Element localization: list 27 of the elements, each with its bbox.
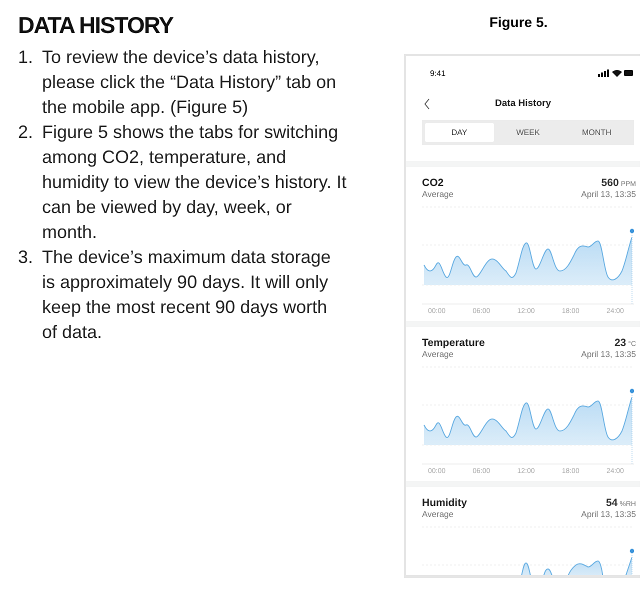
- period-tab[interactable]: WEEK: [494, 123, 562, 142]
- status-icons: [598, 69, 634, 77]
- back-icon[interactable]: [424, 98, 430, 110]
- card-subtitle: Average: [422, 189, 454, 199]
- section-heading: DATA HISTORY: [18, 12, 174, 39]
- reading-value: 23: [614, 337, 626, 349]
- card-title: Temperature: [422, 337, 486, 349]
- card-subtitle: Average: [422, 349, 454, 359]
- step-number: 3.: [18, 246, 34, 269]
- step-text: To review the device’s data history, please click the “Data History” tab on the mobile app. (Figure 5): [42, 46, 338, 119]
- reading-value: 560: [601, 177, 619, 189]
- step-text: Figure 5 shows the tabs for switching among CO2, temperature, and humidity to view the device’s history. It can be viewed by day, week, or month.: [42, 121, 347, 244]
- step-number: 2.: [18, 121, 34, 144]
- reading-value: 54: [606, 497, 618, 509]
- timestamp: April 13, 13:35: [581, 509, 636, 519]
- card-subtitle: Average: [422, 509, 454, 519]
- screen-title: Data History: [495, 98, 551, 108]
- timestamp: April 13, 13:35: [581, 189, 636, 199]
- period-tab[interactable]: DAY: [425, 123, 494, 142]
- period-tab[interactable]: MONTH: [562, 123, 632, 142]
- status-time: 9:41: [430, 68, 446, 78]
- card-title: Humidity: [422, 497, 468, 509]
- step-text: The device’s maximum data storage is approximately 90 days. It will only keep the most recent 90 days worth of data.: [42, 246, 332, 344]
- timestamp: April 13, 13:35: [581, 349, 636, 359]
- card-title: CO2: [422, 177, 445, 189]
- figure-caption: Figure 5.: [488, 14, 549, 30]
- step-number: 1.: [18, 46, 34, 69]
